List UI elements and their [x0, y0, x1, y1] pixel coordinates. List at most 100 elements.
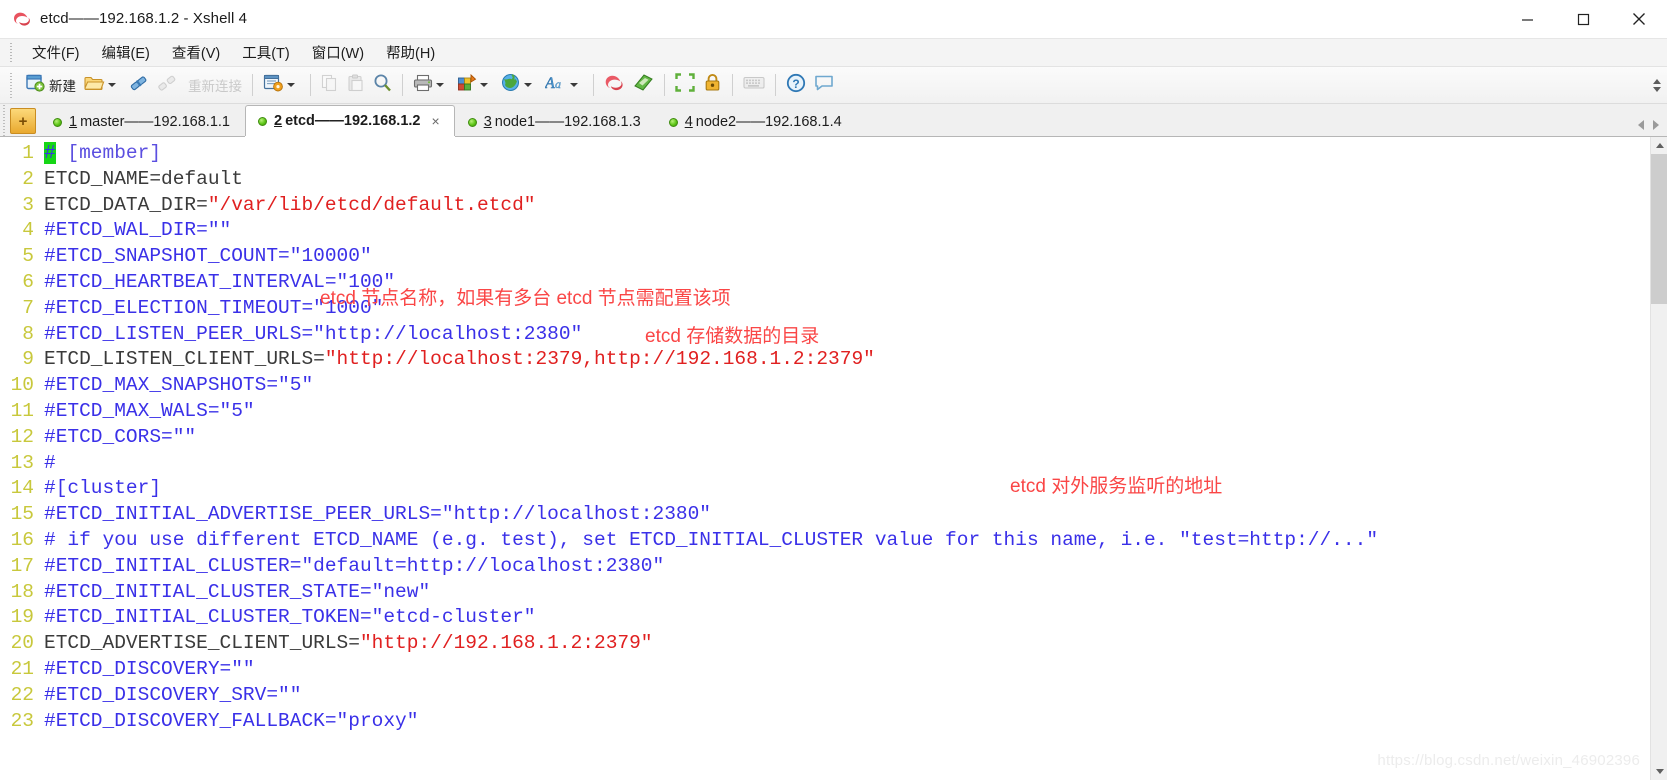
minimize-button[interactable]: [1499, 0, 1555, 38]
xshell-button[interactable]: [600, 71, 629, 99]
terminal-text-segment: "/var/lib/etcd/default.etcd": [207, 193, 536, 216]
terminal-line: 15 #ETCD_INITIAL_ADVERTISE_PEER_URLS="htt…: [0, 502, 1650, 528]
terminal-text-segment: ETCD_NAME=default: [44, 167, 243, 190]
color-scheme-dropdown-arrow[interactable]: [480, 83, 488, 87]
find-button[interactable]: [369, 71, 396, 99]
help-button[interactable]: ?: [782, 71, 810, 99]
fullscreen-icon: [675, 73, 695, 97]
tab-index: 4: [684, 114, 693, 130]
line-number: 19: [10, 606, 34, 629]
font-button[interactable]: A a: [541, 71, 587, 99]
vertical-scrollbar[interactable]: [1650, 137, 1667, 780]
encoding-dropdown-arrow[interactable]: [524, 83, 532, 87]
sidebar-item-tab-node2[interactable]: 4 node2——192.168.1.4: [656, 107, 857, 136]
terminal-text-segment: #ETCD_DISCOVERY="": [44, 657, 255, 680]
tab-scroll-controls[interactable]: [1638, 120, 1665, 130]
open-session-button[interactable]: [80, 71, 125, 99]
print-dropdown-arrow[interactable]: [436, 83, 444, 87]
chevron-right-icon[interactable]: [1653, 120, 1659, 130]
encoding-button[interactable]: [497, 71, 541, 99]
globe-icon: [501, 73, 521, 97]
reconnect-button: 重新连接: [181, 71, 246, 99]
terminal-line: 22 #ETCD_DISCOVERY_SRV="": [0, 683, 1650, 709]
scrollbar-thumb[interactable]: [1651, 154, 1667, 304]
terminal-line: 13 #: [0, 451, 1650, 477]
connected-status-dot: [668, 117, 678, 127]
chevron-down-icon: [1653, 87, 1661, 92]
chat-bubble-icon: [814, 73, 834, 97]
terminal-text-segment: ETCD_DATA_DIR=: [44, 193, 208, 216]
close-icon[interactable]: ×: [432, 114, 440, 128]
terminal-text-segment: #ETCD_MAX_WALS="5": [44, 399, 255, 422]
scroll-down-button[interactable]: [1651, 763, 1667, 780]
printer-icon: [413, 74, 433, 97]
terminal-text-segment: [member]: [67, 142, 162, 164]
lock-button[interactable]: [699, 71, 726, 99]
terminal-line: 16 # if you use different ETCD_NAME (e.g.…: [0, 528, 1650, 554]
session-properties-dropdown-arrow[interactable]: [287, 83, 295, 87]
copy-button: [317, 71, 343, 99]
chevron-up-icon: [1653, 79, 1661, 84]
tab-title: node1——192.168.1.3: [494, 114, 641, 130]
chevron-left-icon[interactable]: [1638, 120, 1644, 130]
color-palette-icon: [457, 73, 477, 97]
line-number: 9: [22, 348, 34, 371]
scroll-up-button[interactable]: [1651, 137, 1667, 154]
font-dropdown-arrow[interactable]: [570, 83, 578, 87]
terminal-text-segment: #: [44, 451, 56, 474]
menu-tools[interactable]: 工具(T): [231, 39, 301, 66]
line-number: 20: [10, 632, 34, 655]
paste-icon: [347, 74, 365, 97]
line-number: 3: [22, 193, 34, 216]
new-session-label: 新建: [49, 79, 76, 94]
terminal-text-segment: "http://localhost:2379,http://192.168.1.…: [324, 348, 875, 371]
full-screen-button[interactable]: [671, 71, 699, 99]
connect-button[interactable]: [125, 71, 153, 99]
toolbar: 新建 重新连接 A a ?: [0, 67, 1667, 104]
maximize-button[interactable]: [1555, 0, 1611, 38]
toolbar-grip-handle[interactable]: [8, 72, 15, 98]
menu-edit[interactable]: 编辑(E): [91, 39, 161, 66]
properties-gear-icon: [263, 74, 284, 97]
sidebar-item-tab-node1[interactable]: 3 node1——192.168.1.3: [455, 107, 656, 136]
menu-help[interactable]: 帮助(H): [375, 39, 446, 66]
connected-status-dot: [258, 116, 267, 126]
terminal-text-segment: #: [44, 142, 56, 164]
line-number: 11: [10, 399, 34, 422]
new-tab-button[interactable]: +: [10, 108, 36, 134]
svg-text:a: a: [555, 77, 561, 91]
lock-icon: [703, 73, 722, 97]
svg-text:A: A: [545, 75, 555, 92]
toolbar-overflow-button[interactable]: [1653, 67, 1661, 104]
title-bar: etcd——192.168.1.2 - Xshell 4: [0, 0, 1667, 38]
menu-view[interactable]: 查看(V): [161, 39, 231, 66]
print-button[interactable]: [409, 71, 453, 99]
tabbar-grip-handle[interactable]: [0, 103, 8, 136]
copy-icon: [321, 74, 339, 97]
menu-file[interactable]: 文件(F): [21, 39, 91, 66]
terminal-output[interactable]: 1 # [member] 2 ETCD_NAME=default 3 ETCD_DATA_…: [0, 137, 1650, 780]
open-session-dropdown-arrow[interactable]: [108, 83, 116, 87]
line-number: 12: [10, 425, 34, 448]
connected-status-dot: [467, 117, 477, 127]
sidebar-item-tab-master[interactable]: 1 master——192.168.1.1: [40, 107, 245, 136]
new-session-button[interactable]: 新建: [22, 71, 80, 99]
line-number: 13: [10, 451, 34, 474]
close-button[interactable]: [1611, 0, 1667, 38]
line-number: 1: [22, 142, 34, 164]
menu-window[interactable]: 窗口(W): [301, 39, 375, 66]
xftp-button[interactable]: [629, 71, 658, 99]
toolbar-separator: [775, 74, 776, 96]
menu-grip-handle[interactable]: [8, 41, 15, 64]
tab-title: master——192.168.1.1: [80, 114, 230, 130]
sidebar-item-tab-etcd[interactable]: 2 etcd——192.168.1.2 ×: [245, 105, 455, 136]
folder-open-icon: [84, 74, 105, 97]
terminal-area: 1 # [member] 2 ETCD_NAME=default 3 ETCD_DATA_…: [0, 137, 1667, 780]
annotation-etcd-node-name: etcd 节点名称，如果有多台 etcd 节点需配置该项: [320, 288, 731, 309]
session-properties-button[interactable]: [259, 71, 304, 99]
color-scheme-button[interactable]: [453, 71, 497, 99]
line-number: 21: [10, 657, 34, 680]
xshell-logo-icon: [604, 73, 625, 97]
feedback-button[interactable]: [810, 71, 838, 99]
annotation-etcd-listen-address: etcd 对外服务监听的地址: [1010, 476, 1223, 497]
